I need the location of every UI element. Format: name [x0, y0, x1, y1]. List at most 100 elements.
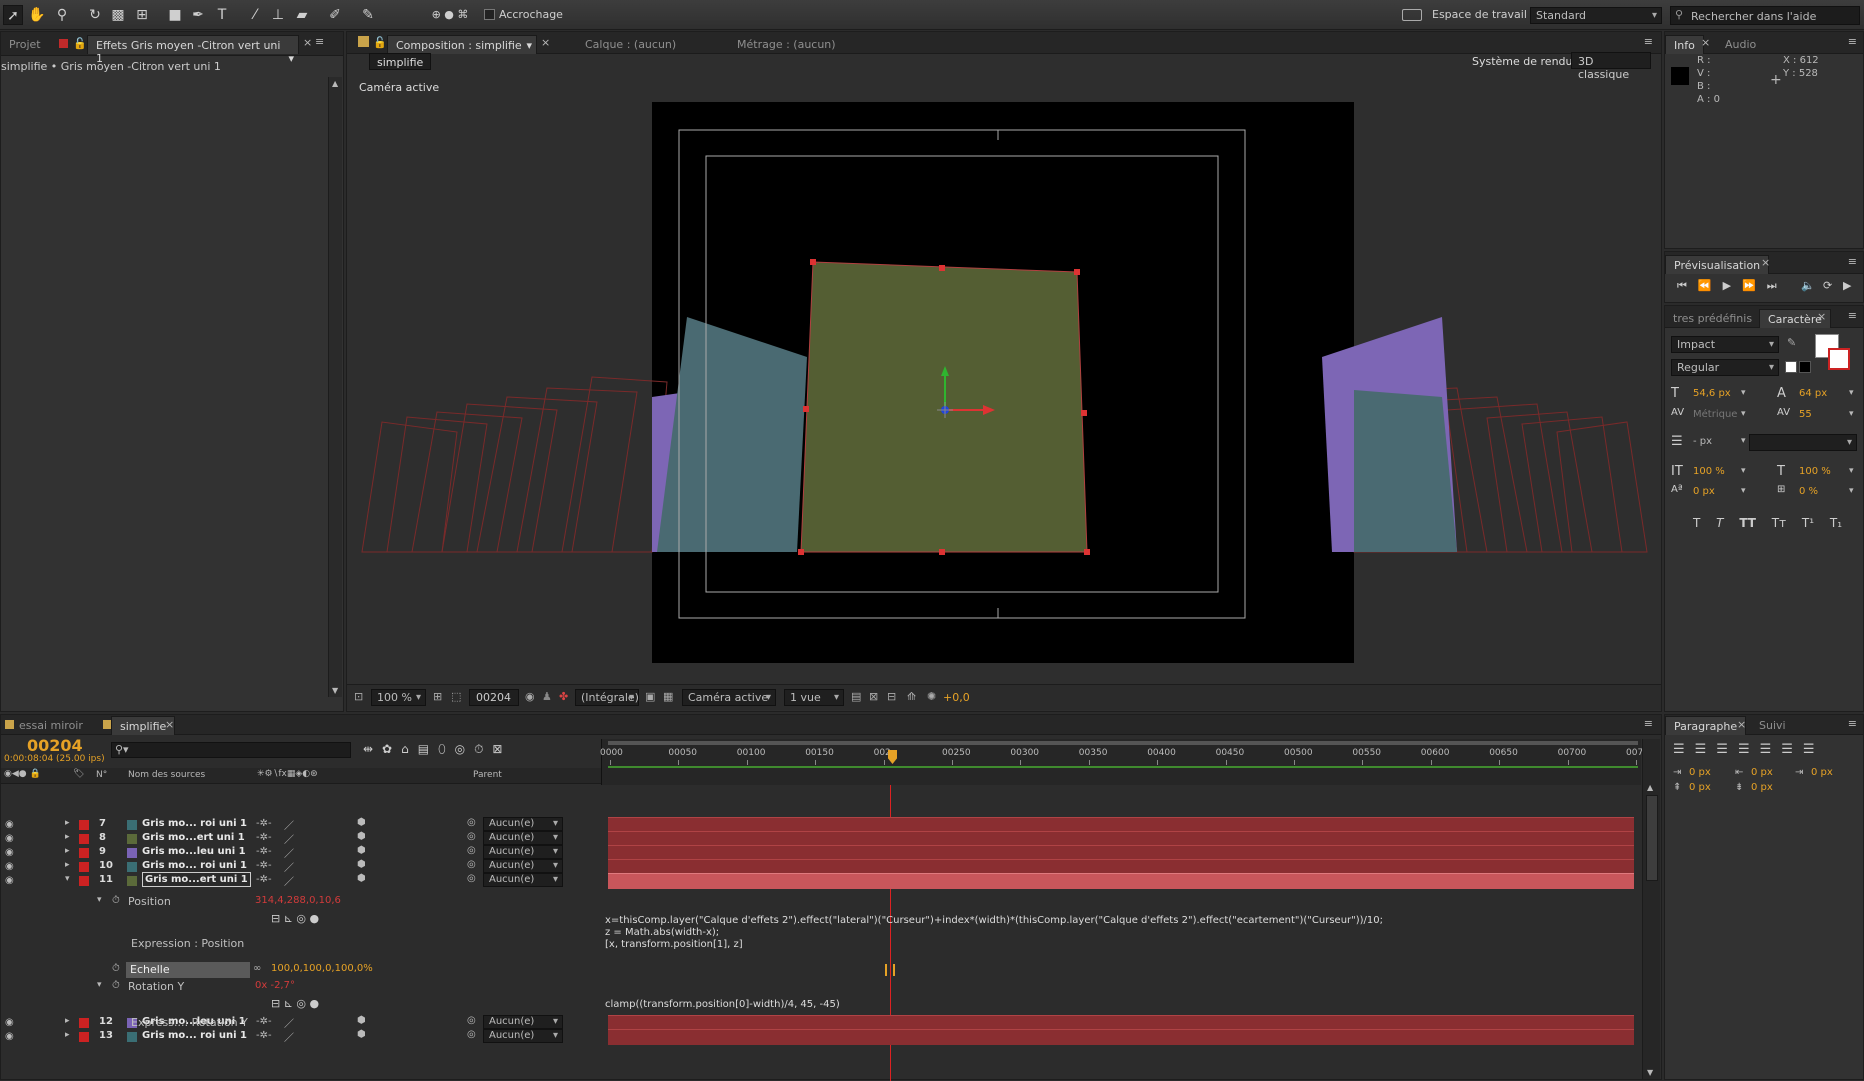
exposure-value[interactable]: +0,0 [943, 691, 970, 704]
eye-icon[interactable]: ◉ [5, 833, 14, 844]
layer-name[interactable]: Gris mo... roi uni 1 [142, 1030, 247, 1041]
layer-name[interactable]: Gris mo...leu uni 1 [142, 846, 246, 857]
quality-switch-icon[interactable]: ／ [284, 831, 294, 846]
show-snapshot-icon[interactable]: ♟ [542, 690, 552, 703]
layer-duration-bar[interactable] [608, 1029, 1634, 1045]
quality-switch-icon[interactable]: ／ [284, 873, 294, 888]
stroke-order-select[interactable] [1749, 434, 1857, 451]
close-icon[interactable]: × [1701, 36, 1710, 49]
quality-switch-icon[interactable]: ／ [284, 817, 294, 832]
panel-menu-icon[interactable]: ≡ [1644, 35, 1653, 48]
panel-menu-icon[interactable]: ≡ [1848, 35, 1857, 48]
chevron-down-icon[interactable]: ▾ [1849, 409, 1854, 419]
indent-first-value[interactable]: 0 px [1811, 767, 1833, 778]
3d-layer-icon[interactable]: ⬢ [357, 831, 366, 842]
kerning-value[interactable]: Métrique [1693, 409, 1737, 420]
eraser-tool-icon[interactable]: ▰ [292, 5, 312, 25]
close-icon[interactable]: × [303, 36, 312, 49]
indent-left-value[interactable]: 0 px [1689, 767, 1711, 778]
stopwatch-icon[interactable]: ⏱ [112, 963, 120, 974]
quality-switch-icon[interactable]: ／ [284, 859, 294, 874]
transparency-grid-icon[interactable]: ▦ [663, 690, 673, 703]
close-icon[interactable]: × [1817, 310, 1826, 323]
chevron-down-icon[interactable]: ▾ [1741, 436, 1746, 446]
chevron-down-icon[interactable]: ▾ [1741, 486, 1746, 496]
layer-name[interactable]: Gris mo...ert uni 1 [142, 872, 251, 887]
comp-subtab[interactable]: simplifie [369, 53, 432, 70]
tab-layer[interactable]: Calque : (aucun) [577, 35, 684, 54]
tab-preview[interactable]: Prévisualisation [1665, 255, 1770, 274]
layer-name[interactable]: Gris mo...ert uni 1 [142, 832, 245, 843]
layer-name[interactable]: Gris mo... roi uni 1 [142, 860, 247, 871]
prop-position-value[interactable]: 314,4,288,0,10,6 [255, 895, 341, 906]
quality-switch-icon[interactable]: ／ [284, 1029, 294, 1044]
close-icon[interactable]: × [541, 36, 550, 49]
3d-layer-icon[interactable]: ⬢ [357, 859, 366, 870]
collapse-switch-icon[interactable]: -✲- [256, 860, 272, 871]
collapse-switch-icon[interactable]: -✲- [256, 832, 272, 843]
tab-paragraph[interactable]: Paragraphe [1665, 716, 1747, 735]
views-select[interactable]: 1 vue [784, 689, 844, 706]
pick-whip-icon[interactable]: ◎ [467, 873, 476, 884]
snap-checkbox[interactable] [484, 9, 495, 20]
pen-tool-icon[interactable]: ✒ [188, 5, 208, 25]
space-after-value[interactable]: 0 px [1751, 782, 1773, 793]
eye-icon[interactable]: ◉ [5, 1017, 14, 1028]
style-select[interactable]: Regular [1671, 359, 1779, 376]
channel-icon[interactable]: ✤ [559, 690, 568, 703]
label-color[interactable] [79, 834, 89, 844]
tab-footage[interactable]: Métrage : (aucun) [729, 35, 844, 54]
text-style-buttons[interactable]: T T TT Tт T¹ T₁ [1693, 516, 1842, 530]
collapse-switch-icon[interactable]: -✲- [256, 846, 272, 857]
collapse-switch-icon[interactable]: -✲- [256, 874, 272, 885]
parent-select[interactable]: Aucun(e) [483, 817, 563, 831]
link-icon[interactable]: ∞ [253, 963, 261, 974]
3d-layer-icon[interactable]: ⬢ [357, 1015, 366, 1026]
eye-icon[interactable]: ◉ [5, 861, 14, 872]
stroke-color-swatch[interactable] [1828, 348, 1850, 370]
rotate-tool-icon[interactable]: ↻ [85, 5, 105, 25]
quality-switch-icon[interactable]: ／ [284, 845, 294, 860]
chevron-down-icon[interactable]: ▾ [1741, 388, 1746, 398]
timecode-field[interactable]: 00204 [469, 689, 519, 706]
renderer-select[interactable]: 3D classique [1571, 52, 1651, 81]
timeline-timecode[interactable]: 00204 [27, 736, 83, 755]
lock-icon[interactable]: 🔓 [373, 36, 387, 49]
tab-suivi[interactable]: Suivi [1751, 716, 1794, 735]
chevron-down-icon[interactable]: ▾ [1741, 466, 1746, 476]
layer-row[interactable]: ◉ ▾ 11 Gris mo...ert uni 1 -✲- ／ ⬢ ◎ Aucun(e) [1, 872, 601, 889]
lock-icon[interactable]: 🔓 [73, 37, 87, 50]
prop-rotation-value[interactable]: 0x -2,7° [255, 980, 295, 991]
panel-menu-icon[interactable]: ≡ [1644, 717, 1653, 730]
tab-projet[interactable]: Projet [1, 35, 49, 54]
text-tool-icon[interactable]: T [212, 5, 232, 25]
chevron-down-icon[interactable]: ▾ [1849, 388, 1854, 398]
black-swatch[interactable] [1799, 361, 1811, 373]
chevron-right-icon[interactable]: ▸ [65, 818, 70, 828]
3d-layer-icon[interactable]: ⬢ [357, 873, 366, 884]
zoom-select[interactable]: 100 % [371, 689, 426, 706]
project-scrollbar[interactable]: ▲ ▼ [328, 77, 342, 697]
selection-tool-icon[interactable]: ➚ [3, 5, 23, 25]
loop-icon[interactable]: ⟳ [1823, 279, 1832, 292]
tab-info[interactable]: Info [1665, 35, 1704, 54]
chevron-down-icon[interactable]: ▾ [97, 895, 102, 905]
exposure-icon[interactable]: ✺ [927, 690, 936, 703]
tsume-value[interactable]: 0 % [1799, 486, 1818, 497]
toggle-pixel-aspect-icon[interactable]: ▤ [851, 690, 861, 703]
pick-whip-icon[interactable]: ◎ [467, 817, 476, 828]
label-color[interactable] [79, 820, 89, 830]
timeline-icon[interactable]: ⊟ [887, 690, 896, 703]
layer-row[interactable]: ◉ ▸ 13 Gris mo... roi uni 1 -✲- ／ ⬢ ◎ Aucun(e) [1, 1029, 601, 1045]
camera-tool-icon[interactable]: ▩ [108, 5, 128, 25]
baseline-value[interactable]: 0 px [1693, 486, 1715, 497]
chevron-down-icon[interactable]: ▾ [1849, 466, 1854, 476]
close-icon[interactable]: × [1761, 256, 1770, 269]
roto-tool-icon[interactable]: ✐ [325, 5, 345, 25]
parent-select[interactable]: Aucun(e) [483, 873, 563, 887]
indent-right-value[interactable]: 0 px [1751, 767, 1773, 778]
panel-menu-icon[interactable]: ≡ [1848, 717, 1857, 730]
parent-select[interactable]: Aucun(e) [483, 859, 563, 873]
chevron-right-icon[interactable]: ▸ [65, 832, 70, 842]
tab-effects[interactable]: Effets Gris moyen -Citron vert uni 1 ▾ [87, 35, 299, 65]
